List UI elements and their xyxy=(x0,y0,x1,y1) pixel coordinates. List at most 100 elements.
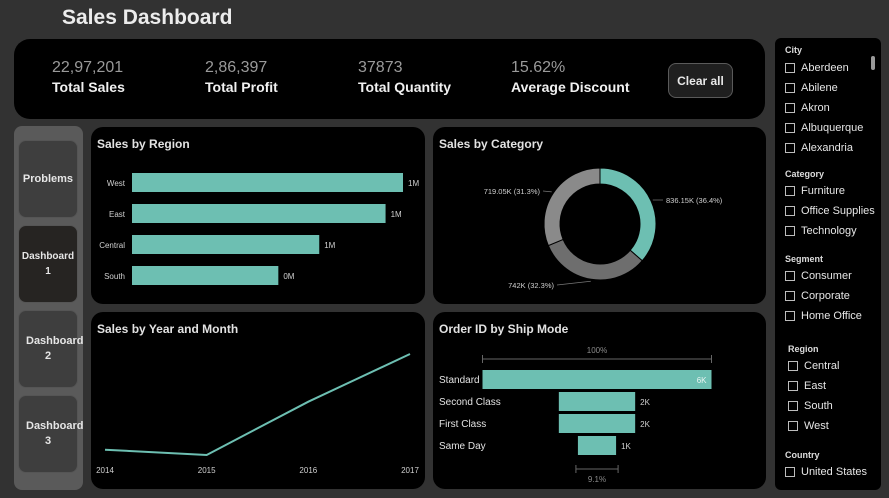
slicer-item-label: South xyxy=(804,400,833,412)
sales-by-region-chart: West 1M East 1M Central 1M South 0M xyxy=(99,173,419,285)
kpi-value: 37873 xyxy=(358,59,403,76)
slicer-title-country: Country xyxy=(785,450,820,460)
slicer-item-label: West xyxy=(804,420,829,432)
sales-by-region-card: Sales by Region West 1M East 1M Central 1M Sou… xyxy=(91,127,425,304)
donut-slice xyxy=(547,238,643,281)
slicer-item-label: Furniture xyxy=(801,185,846,197)
kpi-label: Total Sales xyxy=(52,79,125,95)
slicer-item-city[interactable]: Akron xyxy=(785,102,830,114)
order-by-ship-mode-chart: 100%Standard Class 6KSecond Class 2KFirst … xyxy=(439,346,712,484)
slicer-item-label: Central xyxy=(804,360,840,372)
slicer-item-category[interactable]: Technology xyxy=(785,225,857,237)
kpi-value: 15.62% xyxy=(511,59,566,76)
bar xyxy=(132,235,320,254)
slicer-item-city[interactable]: Alexandria xyxy=(785,142,853,154)
slicer-item-country[interactable]: United States xyxy=(785,466,867,478)
slicer-item-segment[interactable]: Consumer xyxy=(785,270,852,282)
scrollbar-thumb[interactable] xyxy=(871,56,875,70)
sales-by-year-month-chart: 2014 2015 2016 2017 xyxy=(96,353,419,475)
bar xyxy=(132,204,386,223)
data-label: 6K xyxy=(697,376,707,385)
data-label: 2K xyxy=(640,420,650,429)
checkbox[interactable] xyxy=(785,63,795,73)
nav-button-label: Dashboard 3 xyxy=(26,420,84,447)
data-label: 836.15K (36.4%) xyxy=(666,196,723,205)
slicer-item-segment[interactable]: Corporate xyxy=(785,290,850,302)
slicer-item-city[interactable]: Aberdeen xyxy=(785,62,849,74)
kpi-value: 2,86,397 xyxy=(205,59,268,76)
slicer-item-label: United States xyxy=(801,466,868,478)
checkbox[interactable] xyxy=(785,186,795,196)
checkbox[interactable] xyxy=(785,103,795,113)
checkbox[interactable] xyxy=(785,123,795,133)
page-navigation: Problems Dashboard 1 Dashboard 2 Dashboa… xyxy=(14,126,83,490)
category-label: Same Day xyxy=(439,441,486,452)
x-tick-label: 2015 xyxy=(198,466,216,475)
slicer-title-segment: Segment xyxy=(785,254,824,264)
data-label: 1K xyxy=(621,442,631,451)
nav-button-dashboard-2[interactable]: Dashboard 2 xyxy=(18,310,84,388)
bar xyxy=(132,173,403,192)
checkbox[interactable] xyxy=(785,271,795,281)
nav-button-label: Dashboard 2 xyxy=(26,335,84,362)
checkbox[interactable] xyxy=(788,361,798,371)
nav-button-dashboard-3[interactable]: Dashboard 3 xyxy=(18,395,84,473)
checkbox[interactable] xyxy=(785,206,795,216)
category-label: South xyxy=(104,272,125,281)
slicer-item-label: Office Supplies xyxy=(801,205,875,217)
slicer-item-label: Corporate xyxy=(801,290,850,302)
slicer-item-label: Home Office xyxy=(801,310,862,322)
slicer-item-region[interactable]: West xyxy=(788,420,829,432)
slicer-item-category[interactable]: Office Supplies xyxy=(785,205,875,217)
nav-button-dashboard-1[interactable]: Dashboard 1 xyxy=(18,225,78,303)
slicer-title-category: Category xyxy=(785,169,825,179)
funnel-bar xyxy=(482,370,712,389)
slicer-item-city[interactable]: Albuquerque xyxy=(785,122,863,134)
x-tick-label: 2014 xyxy=(96,466,114,475)
category-label: First Class xyxy=(439,419,486,430)
slicer-item-segment[interactable]: Home Office xyxy=(785,310,862,322)
checkbox[interactable] xyxy=(785,467,795,477)
kpi-label: Total Profit xyxy=(205,79,278,95)
data-label: 1M xyxy=(391,210,402,219)
checkbox[interactable] xyxy=(785,83,795,93)
checkbox[interactable] xyxy=(785,311,795,321)
checkbox[interactable] xyxy=(788,421,798,431)
category-label: Central xyxy=(99,241,125,250)
data-label: 719.05K (31.3%) xyxy=(484,187,541,196)
nav-button-problems[interactable]: Problems xyxy=(18,140,78,218)
slicer-item-region[interactable]: South xyxy=(788,400,833,412)
kpi-value: 22,97,201 xyxy=(52,59,124,76)
kpi-bar: 22,97,201 Total Sales 2,86,397 Total Pro… xyxy=(14,39,765,119)
checkbox[interactable] xyxy=(785,291,795,301)
slicer-item-label: Aberdeen xyxy=(801,62,849,74)
data-label: 0M xyxy=(283,272,294,281)
slicer-title-city: City xyxy=(785,45,803,55)
kpi-average-discount: 15.62% Average Discount xyxy=(511,59,630,95)
checkbox[interactable] xyxy=(788,401,798,411)
clear-all-button[interactable]: Clear all xyxy=(668,63,733,98)
bottom-percent-label: 9.1% xyxy=(588,475,606,484)
donut-slice xyxy=(543,167,601,247)
top-percent-label: 100% xyxy=(587,346,607,355)
checkbox[interactable] xyxy=(785,143,795,153)
sales-by-year-month-card: Sales by Year and Month 2014 2015 2016 2017 xyxy=(91,312,425,489)
kpi-total-quantity: 37873 Total Quantity xyxy=(358,59,451,95)
slicer-item-category[interactable]: Furniture xyxy=(785,185,845,197)
kpi-label: Total Quantity xyxy=(358,79,452,95)
funnel-bar xyxy=(558,392,636,411)
slicer-item-city[interactable]: Abilene xyxy=(785,82,838,94)
data-label: 2K xyxy=(640,398,650,407)
order-by-ship-mode-card: Order ID by Ship Mode 100% Standard Class… xyxy=(433,312,766,489)
slicer-item-label: Consumer xyxy=(801,270,852,282)
sales-by-category-chart: 836.15K (36.4%) 742K (32.3%) 719.05K (31.3… xyxy=(484,167,723,290)
slicer-item-region[interactable]: East xyxy=(788,380,826,392)
leader-line xyxy=(542,190,552,193)
slicer-item-label: Alexandria xyxy=(801,142,853,154)
leader-line xyxy=(556,280,591,286)
checkbox[interactable] xyxy=(785,226,795,236)
slicer-item-region[interactable]: Central xyxy=(788,360,839,372)
kpi-label: Average Discount xyxy=(511,79,630,95)
category-label: West xyxy=(107,179,126,188)
checkbox[interactable] xyxy=(788,381,798,391)
